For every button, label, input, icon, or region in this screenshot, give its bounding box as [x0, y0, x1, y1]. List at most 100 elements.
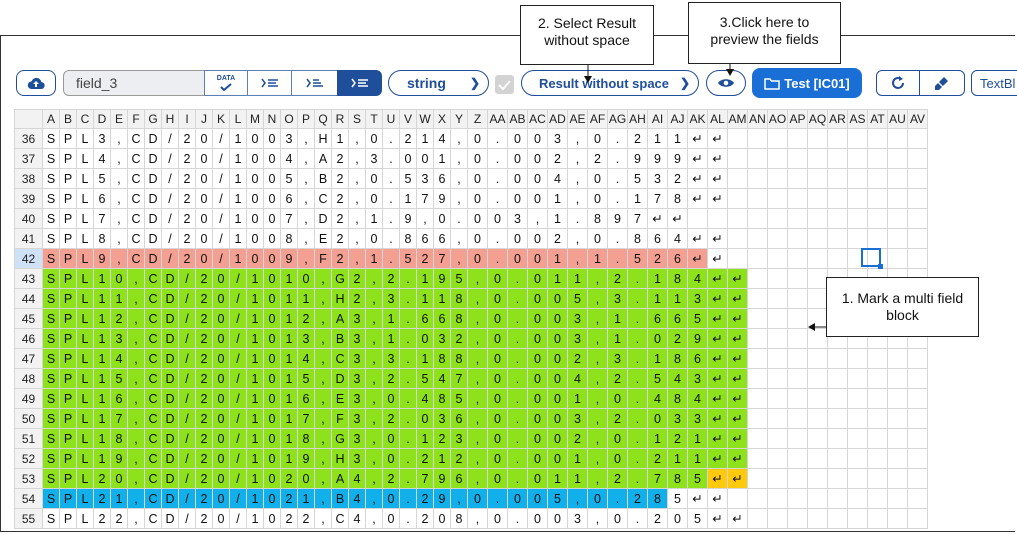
grid-cell[interactable]: 0 — [212, 448, 230, 469]
grid-cell[interactable] — [747, 368, 768, 389]
grid-cell[interactable]: 2 — [110, 308, 128, 329]
grid-cell[interactable]: 2 — [382, 268, 400, 289]
grid-cell[interactable]: 0 — [195, 248, 213, 269]
grid-cell[interactable]: 0 — [527, 228, 548, 249]
grid-cell[interactable]: 0 — [246, 188, 264, 209]
column-header[interactable]: AG — [607, 109, 628, 129]
grid-cell[interactable] — [787, 328, 808, 349]
grid-cell[interactable]: 1 — [110, 488, 128, 509]
grid-cell[interactable]: 2 — [331, 248, 349, 269]
grid-cell[interactable] — [747, 408, 768, 429]
grid-cell[interactable]: 6 — [667, 308, 688, 329]
grid-cell[interactable]: ↵ — [687, 128, 708, 149]
grid-cell[interactable]: / — [178, 348, 196, 369]
grid-cell[interactable]: P — [59, 208, 77, 229]
grid-cell[interactable]: 2 — [195, 388, 213, 409]
column-header[interactable]: AK — [687, 109, 708, 129]
grid-cell[interactable] — [887, 148, 908, 169]
grid-cell[interactable]: / — [161, 128, 179, 149]
grid-cell[interactable] — [747, 248, 768, 269]
multi-field-button[interactable] — [337, 70, 382, 96]
grid-cell[interactable]: 3 — [607, 288, 628, 309]
grid-cell[interactable]: 4 — [547, 168, 568, 189]
grid-cell[interactable]: ↵ — [707, 148, 728, 169]
grid-cell[interactable]: 0 — [487, 368, 508, 389]
grid-cell[interactable]: , — [348, 208, 366, 229]
grid-cell[interactable]: , — [127, 328, 145, 349]
column-header[interactable]: P — [297, 109, 315, 129]
grid-cell[interactable] — [827, 208, 848, 229]
grid-cell[interactable]: 0 — [263, 188, 281, 209]
grid-cell[interactable]: . — [607, 128, 628, 149]
grid-cell[interactable]: 4 — [348, 468, 366, 489]
grid-cell[interactable]: D — [161, 468, 179, 489]
grid-cell[interactable]: , — [297, 148, 315, 169]
grid-cell[interactable] — [847, 388, 868, 409]
grid-cell[interactable]: 1 — [647, 268, 668, 289]
grid-cell[interactable] — [747, 128, 768, 149]
grid-cell[interactable]: 2 — [331, 208, 349, 229]
grid-cell[interactable]: , — [467, 428, 488, 449]
grid-cell[interactable]: , — [110, 208, 128, 229]
grid-cell[interactable] — [767, 468, 788, 489]
grid-cell[interactable]: , — [127, 488, 145, 509]
grid-cell[interactable]: ↵ — [727, 388, 748, 409]
grid-cell[interactable] — [787, 348, 808, 369]
grid-cell[interactable]: 0 — [487, 288, 508, 309]
grid-cell[interactable] — [767, 348, 788, 369]
grid-cell[interactable]: , — [297, 188, 315, 209]
row-header[interactable]: 53 — [14, 468, 43, 489]
grid-cell[interactable] — [767, 308, 788, 329]
grid-cell[interactable]: 2 — [450, 328, 468, 349]
grid-cell[interactable]: , — [587, 468, 608, 489]
grid-cell[interactable]: 0 — [487, 268, 508, 289]
grid-cell[interactable]: 0 — [647, 408, 668, 429]
grid-cell[interactable]: L — [76, 248, 94, 269]
grid-cell[interactable]: 7 — [297, 408, 315, 429]
grid-cell[interactable]: P — [59, 128, 77, 149]
grid-cell[interactable]: , — [127, 308, 145, 329]
grid-cell[interactable] — [887, 248, 908, 269]
grid-cell[interactable]: 1 — [687, 428, 708, 449]
grid-cell[interactable]: C — [144, 508, 162, 529]
grid-cell[interactable]: , — [314, 408, 332, 429]
grid-cell[interactable]: 0 — [527, 428, 548, 449]
grid-cell[interactable]: 1 — [382, 328, 400, 349]
column-header[interactable]: L — [229, 109, 247, 129]
grid-cell[interactable] — [747, 228, 768, 249]
grid-cell[interactable]: 9 — [110, 448, 128, 469]
grid-cell[interactable] — [887, 208, 908, 229]
grid-cell[interactable]: 1 — [416, 128, 434, 149]
grid-cell[interactable] — [787, 268, 808, 289]
grid-cell[interactable]: 9 — [687, 328, 708, 349]
grid-cell[interactable]: . — [507, 408, 528, 429]
grid-cell[interactable]: L — [76, 408, 94, 429]
grid-cell[interactable] — [747, 308, 768, 329]
grid-cell[interactable]: , — [110, 188, 128, 209]
grid-cell[interactable]: 0 — [487, 328, 508, 349]
grid-cell[interactable]: , — [567, 168, 588, 189]
grid-cell[interactable]: 1 — [246, 388, 264, 409]
grid-cell[interactable] — [907, 128, 928, 149]
grid-cell[interactable]: P — [59, 308, 77, 329]
grid-cell[interactable] — [847, 448, 868, 469]
grid-cell[interactable]: 0 — [365, 188, 383, 209]
grid-cell[interactable]: 1 — [229, 188, 247, 209]
grid-cell[interactable]: 0 — [212, 348, 230, 369]
grid-cell[interactable]: B — [331, 488, 349, 509]
grid-cell[interactable]: 0 — [527, 468, 548, 489]
grid-cell[interactable]: ↵ — [667, 208, 688, 229]
grid-cell[interactable] — [847, 468, 868, 489]
grid-cell[interactable]: ↵ — [687, 168, 708, 189]
grid-cell[interactable] — [807, 368, 828, 389]
grid-cell[interactable]: . — [507, 388, 528, 409]
grid-cell[interactable]: 2 — [587, 148, 608, 169]
grid-cell[interactable]: P — [59, 388, 77, 409]
grid-cell[interactable]: P — [59, 228, 77, 249]
grid-cell[interactable]: 1 — [433, 448, 451, 469]
grid-cell[interactable]: 1 — [229, 248, 247, 269]
grid-cell[interactable]: . — [399, 428, 417, 449]
grid-cell[interactable]: 4 — [667, 228, 688, 249]
column-header[interactable]: A — [42, 109, 60, 129]
grid-cell[interactable]: , — [314, 488, 332, 509]
